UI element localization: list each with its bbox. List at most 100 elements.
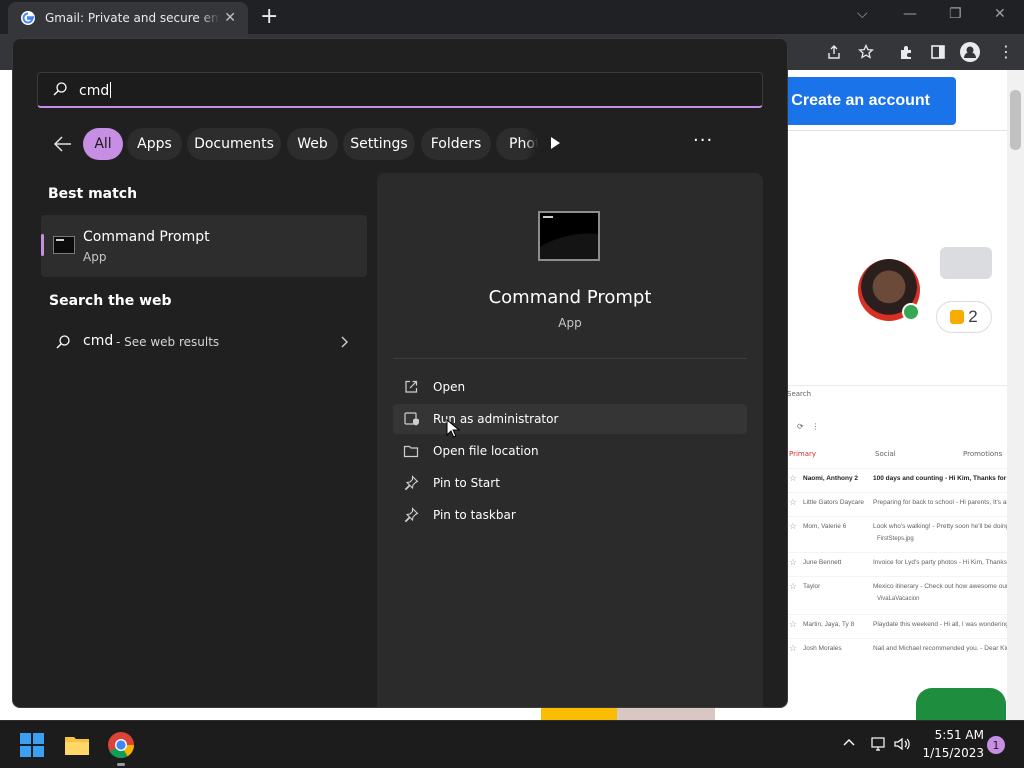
browser-tabstrip: Gmail: Private and secure email at no co… [0, 0, 1024, 34]
share-icon[interactable] [826, 44, 842, 60]
tab-title: Gmail: Private and secure email at no co… [45, 11, 220, 25]
page-scrollbar[interactable] [1007, 70, 1024, 720]
inbox-row: ☆ Josh Morales Nail and Michael recommende… [787, 638, 1007, 661]
command-prompt-large-icon [538, 211, 600, 261]
pin-icon [404, 475, 419, 491]
folder-icon [403, 445, 419, 458]
inbox-tab-social: Social [875, 450, 896, 458]
action-pin-to-start[interactable]: Pin to Start [393, 468, 747, 498]
action-open-file-location[interactable]: Open file location [393, 436, 747, 466]
side-panel-icon[interactable] [930, 44, 946, 60]
detail-app-type: App [558, 316, 582, 330]
inbox-tab-promotions: Promotions [963, 450, 1003, 458]
best-match-command-prompt[interactable]: Command Prompt App [41, 215, 367, 277]
filter-chip-apps[interactable]: Apps [127, 128, 182, 160]
chrome-running-indicator [117, 763, 125, 766]
more-options-icon[interactable]: ··· [693, 130, 713, 151]
volume-icon[interactable] [893, 736, 911, 752]
attachment-chip: FirstSteps.jpg [877, 536, 914, 542]
profile-avatar-icon[interactable] [960, 42, 980, 62]
browser-menu-icon[interactable]: ⋮ [998, 42, 1014, 61]
inbox-row: ☆ Martin, Jaya, Ty 8 Playdate this weekend… [787, 614, 1007, 637]
inbox-row: ☆ Little Gators Daycare Preparing for back… [787, 492, 1007, 515]
chevron-up-icon[interactable] [842, 736, 856, 750]
promo-image-green [916, 688, 1006, 720]
back-arrow-icon[interactable] [51, 132, 75, 156]
inbox-row: ☆ Naomi, Anthony 2 100 days and counting -… [787, 468, 1007, 491]
reaction-count: 2 [968, 307, 978, 326]
action-open-label: Open [433, 380, 466, 394]
chevron-right-icon [341, 336, 348, 348]
close-window-icon[interactable]: ✕ [994, 6, 1006, 22]
best-match-heading: Best match [48, 186, 138, 202]
filter-bar: All Apps Documents Web Settings Folders … [13, 128, 787, 162]
inbox-tab-primary: Primary [789, 450, 817, 458]
promo-image-photo [617, 706, 715, 720]
reaction-chip: 2 [936, 301, 992, 333]
open-external-icon [405, 380, 418, 393]
notification-badge[interactable]: 1 [987, 736, 1005, 754]
google-icon [21, 11, 35, 25]
mouse-cursor-icon [446, 419, 460, 438]
tab-search-icon[interactable]: ⌵ [857, 6, 868, 22]
create-account-button[interactable]: Create an account [772, 77, 956, 125]
inbox-row: ☆ Taylor Mexico itinerary - Check out how … [787, 576, 1007, 613]
best-match-name: Command Prompt [83, 229, 210, 245]
text-caret [110, 82, 112, 98]
online-status-dot [902, 303, 920, 321]
clock-date[interactable]: 1/15/2023 [916, 746, 984, 760]
web-result-query: cmd [83, 333, 114, 349]
restore-icon[interactable]: ❐ [949, 6, 962, 22]
filter-chip-photos[interactable]: Photos [496, 128, 538, 160]
inbox-row: ☆ Mom, Valerie 6 Look who's walking! - Pre… [787, 516, 1007, 551]
inbox-row: ☆ June Bennett Invoice for Lyd's party pho… [787, 552, 1007, 575]
windows-start-icon[interactable] [16, 729, 48, 761]
chrome-icon[interactable] [105, 729, 137, 761]
selection-indicator [41, 234, 44, 256]
result-detail-pane: Command Prompt App Open Run as administr… [377, 173, 763, 707]
action-open-file-location-label: Open file location [433, 444, 539, 458]
extensions-icon[interactable] [898, 44, 914, 60]
network-icon[interactable] [869, 736, 887, 752]
start-search-panel: cmd All Apps Documents Web Settings Fold… [12, 38, 788, 708]
inbox-preview: Search ⟳ ⋮ Primary Social Promotions ☆ Na… [787, 385, 1007, 666]
file-explorer-icon[interactable] [61, 729, 93, 761]
admin-shield-icon [404, 412, 419, 426]
search-query: cmd [79, 83, 110, 99]
gmail-header-divider [787, 130, 1007, 131]
inbox-search-placeholder: Search [787, 390, 812, 398]
filter-chip-documents[interactable]: Documents [187, 128, 281, 160]
detail-divider [393, 358, 747, 359]
filter-chip-web[interactable]: Web [287, 128, 338, 160]
search-icon [53, 82, 67, 96]
chat-bubble-illustration [940, 247, 992, 279]
search-input[interactable]: cmd [37, 72, 763, 108]
scroll-filters-right-icon[interactable] [551, 137, 560, 149]
best-match-type: App [83, 250, 107, 264]
clock-time[interactable]: 5:51 AM [916, 728, 984, 742]
action-pin-to-start-label: Pin to Start [433, 476, 500, 490]
promo-image-yellow [541, 706, 617, 720]
web-result-suffix: - See web results [116, 335, 220, 349]
filter-chip-all[interactable]: All [83, 128, 123, 160]
filter-chip-folders[interactable]: Folders [421, 128, 491, 160]
inbox-toolbar-icons: ⟳ ⋮ [797, 422, 820, 431]
page-scrollbar-thumb[interactable] [1010, 90, 1021, 150]
search-the-web-heading: Search the web [49, 293, 172, 309]
taskbar: 5:51 AM 1/15/2023 1 [0, 720, 1024, 768]
detail-app-name: Command Prompt [488, 287, 652, 308]
minimize-icon[interactable]: — [903, 6, 917, 22]
action-open[interactable]: Open [393, 372, 747, 402]
action-pin-to-taskbar-label: Pin to taskbar [433, 508, 516, 522]
tab-close-icon[interactable]: ✕ [224, 10, 236, 26]
new-tab-icon[interactable]: + [260, 6, 278, 28]
filter-chip-settings[interactable]: Settings [343, 128, 415, 160]
command-prompt-icon [53, 236, 75, 254]
thumbs-up-icon [950, 310, 965, 324]
attachment-chip: VivaLaVacacion [877, 596, 920, 602]
action-pin-to-taskbar[interactable]: Pin to taskbar [393, 500, 747, 530]
bookmark-star-icon[interactable] [858, 44, 874, 60]
inbox-tabs: Primary Social Promotions [787, 448, 1007, 462]
browser-tab-gmail[interactable]: Gmail: Private and secure email at no co… [8, 2, 248, 34]
web-search-result[interactable]: cmd - See web results [41, 324, 367, 360]
